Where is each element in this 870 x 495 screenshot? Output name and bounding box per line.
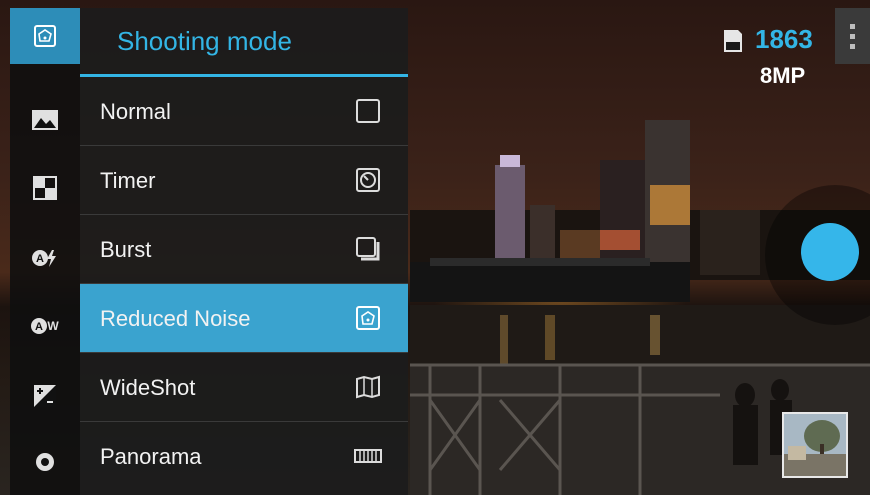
auto-white-balance-icon: A W <box>31 318 59 334</box>
menu-item-label: Burst <box>100 237 152 262</box>
square-outline-icon <box>356 99 380 123</box>
overflow-menu-button[interactable] <box>835 8 870 64</box>
menu-item-wideshot[interactable]: WideShot <box>80 353 408 422</box>
menu-item-label: Timer <box>100 168 156 193</box>
rail-shooting-mode-button[interactable] <box>10 8 80 64</box>
resolution-label: 8MP <box>760 63 806 88</box>
rail-exposure-button[interactable] <box>10 368 80 424</box>
menu-item-label: Normal <box>100 99 171 124</box>
scene-icon <box>32 110 58 130</box>
menu-item-reduced-noise[interactable]: Reduced Noise <box>80 284 408 353</box>
menu-item-label: Reduced Noise <box>100 306 251 331</box>
thumbnail-image <box>784 414 846 476</box>
shutter-button[interactable] <box>801 223 859 281</box>
menu-item-timer[interactable]: Timer <box>80 146 408 215</box>
menu-item-normal[interactable]: Normal <box>80 77 408 146</box>
reduced-noise-icon <box>356 306 380 330</box>
settings-icon <box>36 453 54 471</box>
svg-text:A: A <box>35 321 43 333</box>
exposure-icon <box>34 385 56 407</box>
gallery-thumbnail[interactable] <box>782 412 848 478</box>
rail-scene-button[interactable] <box>10 92 80 148</box>
timer-icon <box>356 168 380 192</box>
menu-title: Shooting mode <box>117 26 292 56</box>
menu-item-label: Panorama <box>100 444 202 469</box>
burst-icon <box>356 237 380 261</box>
rail-white-balance-button[interactable]: A W <box>10 298 80 354</box>
svg-text:W: W <box>47 319 59 333</box>
rail-effects-button[interactable] <box>10 160 80 216</box>
rail-settings-button[interactable] <box>10 434 80 490</box>
effects-icon <box>33 176 57 200</box>
camera-settings-rail: A A W <box>10 8 80 495</box>
menu-header: Shooting mode <box>80 8 408 77</box>
menu-item-burst[interactable]: Burst <box>80 215 408 284</box>
panorama-icon <box>354 449 382 463</box>
rail-flash-button[interactable]: A <box>10 230 80 286</box>
shooting-mode-menu: Shooting mode Normal Timer Burst Reduced… <box>80 8 408 495</box>
sd-card-icon <box>724 30 742 52</box>
shooting-mode-icon <box>34 25 56 47</box>
wideshot-icon <box>356 375 380 399</box>
svg-text:A: A <box>36 253 44 265</box>
auto-flash-icon: A <box>32 250 56 267</box>
menu-item-label: WideShot <box>100 375 196 400</box>
shots-remaining: 1863 <box>755 24 813 54</box>
menu-item-panorama[interactable]: Panorama <box>80 422 408 491</box>
